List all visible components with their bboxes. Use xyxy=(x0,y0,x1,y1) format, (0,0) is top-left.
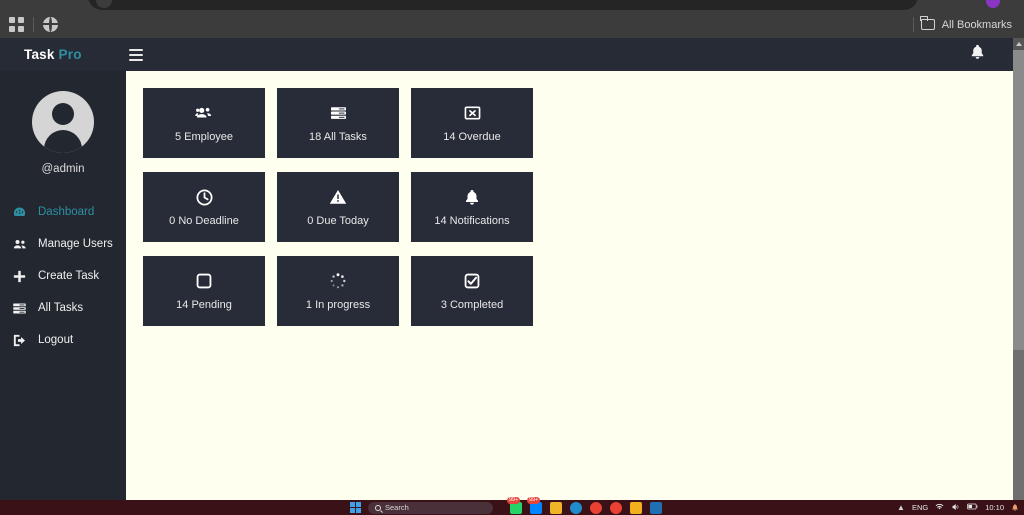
volume-icon[interactable] xyxy=(951,503,960,513)
address-bar[interactable] xyxy=(88,0,918,10)
wifi-icon[interactable] xyxy=(935,503,944,513)
bell-icon xyxy=(463,187,481,207)
search-input[interactable]: Search xyxy=(368,502,493,514)
list-icon xyxy=(328,103,349,123)
stat-card-employee[interactable]: 5 Employee xyxy=(143,88,265,158)
plus-icon xyxy=(11,269,28,284)
sidebar-item-manage-users[interactable]: Manage Users xyxy=(0,228,126,260)
user-profile: @admin xyxy=(0,71,126,175)
taskbar-app-chrome[interactable] xyxy=(590,502,602,514)
list-icon xyxy=(11,301,28,316)
sidebar-item-label: Dashboard xyxy=(38,206,94,218)
users-icon xyxy=(11,237,28,252)
stat-card-notifications[interactable]: 14 Notifications xyxy=(411,172,533,242)
spinner-icon xyxy=(329,271,347,291)
sidebar-item-create-task[interactable]: Create Task xyxy=(0,260,126,292)
sidebar-item-label: All Tasks xyxy=(38,302,83,314)
app-header: Task Pro xyxy=(0,38,1013,71)
sidebar-item-label: Logout xyxy=(38,334,73,346)
taskbar-app-file-explorer[interactable] xyxy=(550,502,562,514)
stat-card-grid: 5 Employee 18 All Tasks 14 Overdue xyxy=(126,71,533,326)
bookmarks-bar: All Bookmarks xyxy=(0,11,1024,38)
stat-card-label: 1 In progress xyxy=(306,299,370,311)
search-placeholder: Search xyxy=(385,503,409,512)
sidebar-item-dashboard[interactable]: Dashboard xyxy=(0,196,126,228)
warning-triangle-icon xyxy=(328,187,348,207)
sidebar-item-logout[interactable]: Logout xyxy=(0,324,126,356)
screen: All Bookmarks Task Pro @admin xyxy=(0,0,1024,515)
badge: 99+ xyxy=(527,497,540,504)
browser-toolbar xyxy=(0,0,1024,11)
taskbar-app-yellow-app[interactable] xyxy=(630,502,642,514)
stat-card-in-progress[interactable]: 1 In progress xyxy=(277,256,399,326)
stat-card-label: 18 All Tasks xyxy=(309,131,367,143)
scrollbar-thumb[interactable] xyxy=(1013,50,1024,350)
apps-grid-icon[interactable] xyxy=(9,17,24,32)
system-tray: ▲ ENG 10:10 xyxy=(897,503,1019,513)
clock-icon xyxy=(195,187,214,207)
stat-card-label: 0 No Deadline xyxy=(169,215,239,227)
stat-card-pending[interactable]: 14 Pending xyxy=(143,256,265,326)
stat-card-due-today[interactable]: 0 Due Today xyxy=(277,172,399,242)
brand-accent: Pro xyxy=(59,47,82,62)
app-logo[interactable]: Task Pro xyxy=(0,47,82,62)
sidebar-item-label: Manage Users xyxy=(38,238,113,250)
stat-card-label: 0 Due Today xyxy=(307,215,369,227)
folder-icon xyxy=(921,19,935,30)
scroll-up-arrow-icon[interactable] xyxy=(1013,38,1024,50)
sidebar: @admin Dashboard Manage Users xyxy=(0,71,126,500)
window-close-icon xyxy=(463,103,482,123)
dashboard-content: 5 Employee 18 All Tasks 14 Overdue xyxy=(126,71,1013,500)
stat-card-label: 5 Employee xyxy=(175,131,233,143)
hamburger-icon[interactable] xyxy=(129,49,143,61)
app-window: Task Pro @admin Dashboard xyxy=(0,38,1013,500)
sidebar-item-all-tasks[interactable]: All Tasks xyxy=(0,292,126,324)
stat-card-no-deadline[interactable]: 0 No Deadline xyxy=(143,172,265,242)
sign-out-icon xyxy=(11,333,28,348)
taskbar-app-whatsapp[interactable]: 99+ xyxy=(510,502,522,514)
stat-card-overdue[interactable]: 14 Overdue xyxy=(411,88,533,158)
notification-bell-icon[interactable] xyxy=(1011,503,1019,512)
stat-card-label: 14 Notifications xyxy=(434,215,509,227)
users-icon xyxy=(193,103,215,123)
stat-card-label: 14 Overdue xyxy=(443,131,500,143)
windows-start-icon[interactable] xyxy=(350,502,361,513)
sidebar-nav: Dashboard Manage Users Create Task xyxy=(0,196,126,356)
sidebar-item-label: Create Task xyxy=(38,270,99,282)
stat-card-completed[interactable]: 3 Completed xyxy=(411,256,533,326)
username-label: @admin xyxy=(42,163,85,175)
taskbar-app-vscode[interactable] xyxy=(650,502,662,514)
all-bookmarks-label[interactable]: All Bookmarks xyxy=(942,19,1012,31)
clock[interactable]: 10:10 xyxy=(985,504,1004,512)
profile-avatar-icon[interactable] xyxy=(986,0,1000,8)
brand-primary: Task xyxy=(24,47,55,62)
divider xyxy=(913,17,914,32)
globe-icon[interactable] xyxy=(43,17,58,32)
checked-square-icon xyxy=(463,271,481,291)
windows-taskbar: Search 99+ 99+ ▲ ENG xyxy=(0,500,1024,515)
taskbar-app-messenger[interactable]: 99+ xyxy=(530,502,542,514)
user-avatar-icon[interactable] xyxy=(32,91,94,153)
page-scrollbar[interactable] xyxy=(1013,38,1024,500)
chevron-up-icon[interactable]: ▲ xyxy=(897,503,905,512)
dashboard-gauge-icon xyxy=(11,205,28,220)
stat-card-label: 3 Completed xyxy=(441,299,503,311)
divider xyxy=(33,17,34,32)
language-indicator[interactable]: ENG xyxy=(912,503,928,512)
battery-icon[interactable] xyxy=(967,503,978,512)
badge: 99+ xyxy=(507,497,520,504)
stat-card-all-tasks[interactable]: 18 All Tasks xyxy=(277,88,399,158)
empty-square-icon xyxy=(195,271,213,291)
taskbar-apps: 99+ 99+ xyxy=(510,502,662,514)
stat-card-label: 14 Pending xyxy=(176,299,232,311)
bell-icon[interactable] xyxy=(969,43,986,66)
search-icon xyxy=(375,505,381,511)
taskbar-app-chrome-beta[interactable] xyxy=(610,502,622,514)
taskbar-app-edge[interactable] xyxy=(570,502,582,514)
